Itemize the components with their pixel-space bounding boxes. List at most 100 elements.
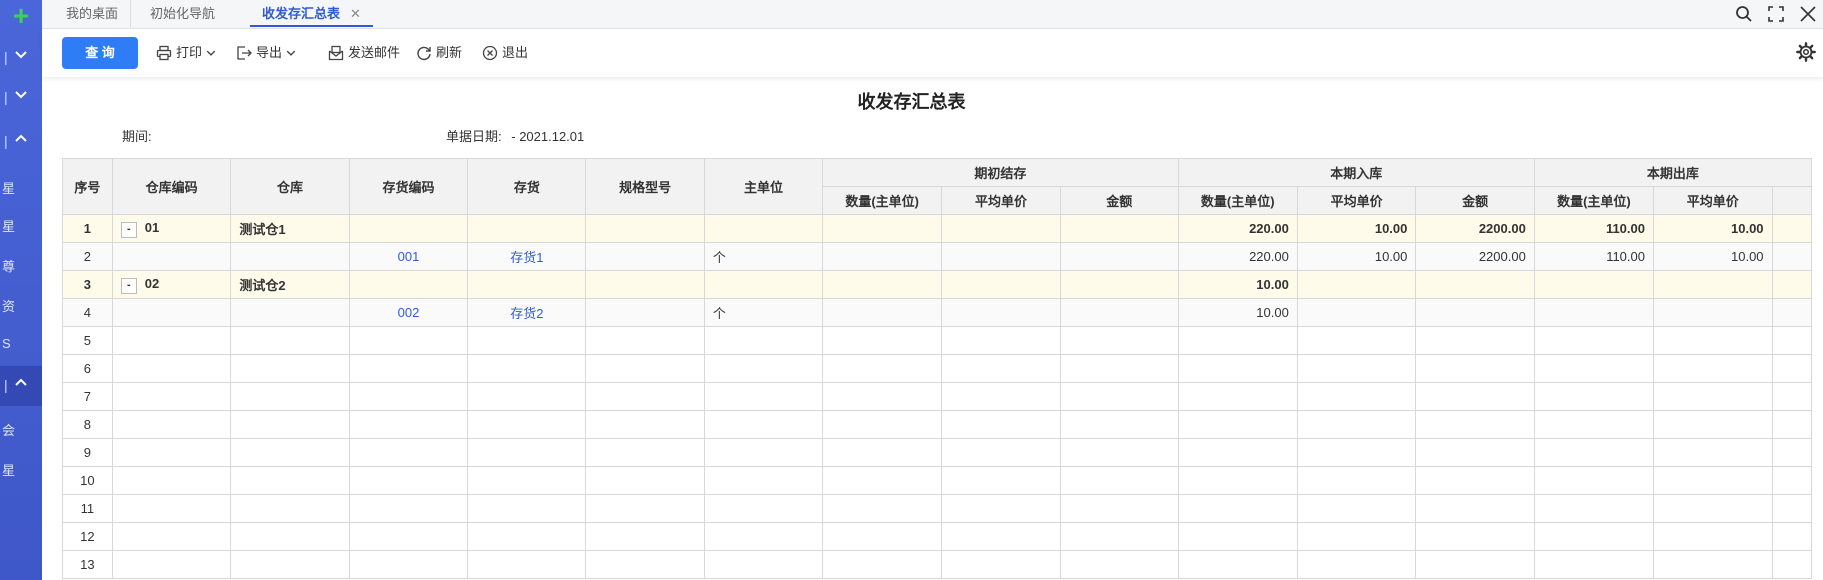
cell-inbound-price xyxy=(1296,410,1417,439)
cell-item[interactable] xyxy=(467,494,587,523)
cell-item[interactable] xyxy=(467,550,587,579)
collapse-toggle[interactable]: - xyxy=(120,221,137,238)
chevron-down-icon xyxy=(15,51,27,59)
cell-outbound-more xyxy=(1771,410,1812,439)
print-button[interactable]: 打印 xyxy=(156,43,216,63)
cell-warehouse: 测试仓2 xyxy=(230,270,350,299)
table-row[interactable]: 5 xyxy=(62,326,1812,355)
cell-opening-amount xyxy=(1059,354,1179,383)
refresh-button[interactable]: 刷新 xyxy=(416,43,462,63)
cell-item[interactable] xyxy=(467,522,587,551)
table-row[interactable]: 10 xyxy=(62,466,1812,495)
header-inbound-amount[interactable]: 金额 xyxy=(1415,186,1535,215)
cell-item-code[interactable] xyxy=(348,438,469,467)
cell-item-code[interactable] xyxy=(348,354,469,383)
cell-item[interactable] xyxy=(467,410,587,439)
table-row[interactable]: 6 xyxy=(62,354,1812,383)
cell-inbound-qty xyxy=(1177,382,1298,411)
cell-item[interactable] xyxy=(467,382,587,411)
header-outbound-qty[interactable]: 数量(主单位) xyxy=(1533,186,1654,215)
export-button[interactable]: 导出 xyxy=(236,43,296,63)
cell-item[interactable] xyxy=(467,326,587,355)
header-outbound-price[interactable]: 平均单价 xyxy=(1652,186,1773,215)
close-icon[interactable]: ✕ xyxy=(350,6,361,21)
add-icon[interactable]: + xyxy=(9,2,33,30)
header-opening-price[interactable]: 平均单价 xyxy=(941,186,1061,215)
header-opening-qty[interactable]: 数量(主单位) xyxy=(822,186,943,215)
sidebar-label[interactable]: 尊 xyxy=(2,256,15,275)
cell-item-code[interactable]: 002 xyxy=(348,298,469,327)
sidebar-label[interactable]: 星 xyxy=(2,460,15,479)
header-warehouse[interactable]: 仓库 xyxy=(230,158,350,215)
sidebar-label[interactable]: 星 xyxy=(2,216,15,235)
fullscreen-icon[interactable] xyxy=(1767,5,1785,23)
sidebar-item-bar: | xyxy=(4,49,8,65)
table-row[interactable]: 8 xyxy=(62,410,1812,439)
cell-item[interactable] xyxy=(467,214,587,243)
sidebar-label[interactable]: S xyxy=(2,336,11,351)
cell-inbound-price xyxy=(1296,270,1417,299)
tab-report[interactable]: 收发存汇总表 ✕ xyxy=(250,0,373,27)
table-row[interactable]: 12 xyxy=(62,522,1812,551)
cell-spec xyxy=(585,326,705,355)
close-icon[interactable] xyxy=(1799,5,1817,23)
cell-opening-amount xyxy=(1059,214,1179,243)
search-icon[interactable] xyxy=(1735,5,1753,23)
table-row[interactable]: 7 xyxy=(62,382,1812,411)
cell-item[interactable]: 存货2 xyxy=(467,298,587,327)
cell-outbound-more xyxy=(1771,550,1812,579)
cell-item-code[interactable] xyxy=(348,466,469,495)
tab-my-desktop[interactable]: 我的桌面 xyxy=(54,0,132,27)
cell-warehouse-code xyxy=(111,410,232,439)
send-mail-button[interactable]: 发送邮件 xyxy=(328,43,400,63)
table-row[interactable]: 11 xyxy=(62,494,1812,523)
cell-item-code[interactable] xyxy=(348,214,469,243)
cell-item-code[interactable] xyxy=(348,494,469,523)
cell-item[interactable] xyxy=(467,354,587,383)
cell-inbound-qty xyxy=(1177,494,1298,523)
refresh-label: 刷新 xyxy=(436,45,463,60)
cell-item-code[interactable] xyxy=(348,522,469,551)
query-button[interactable]: 查 询 xyxy=(62,37,138,69)
cell-item-code[interactable] xyxy=(348,410,469,439)
cell-spec xyxy=(585,354,705,383)
header-inbound-price[interactable]: 平均单价 xyxy=(1296,186,1417,215)
cell-opening-price xyxy=(941,270,1061,299)
cell-item-code[interactable] xyxy=(348,270,469,299)
header-unit[interactable]: 主单位 xyxy=(703,158,824,215)
table-row[interactable]: 4 002 存货2 个 10.00 xyxy=(62,298,1812,327)
header-item[interactable]: 存货 xyxy=(467,158,587,215)
tab-init-nav[interactable]: 初始化导航 xyxy=(138,0,227,27)
cell-inbound-qty xyxy=(1177,466,1298,495)
cell-item[interactable] xyxy=(467,466,587,495)
cell-item-code[interactable] xyxy=(348,326,469,355)
sidebar-label[interactable]: 会 xyxy=(2,420,15,439)
cell-item-code[interactable] xyxy=(348,550,469,579)
cell-item-code[interactable] xyxy=(348,382,469,411)
table-row[interactable]: 1-01 测试仓1 220.00 10.00 2200.00 110.00 10.00 xyxy=(62,214,1812,243)
sidebar-item-1[interactable]: | xyxy=(0,38,42,78)
header-spec[interactable]: 规格型号 xyxy=(585,158,705,215)
exit-button[interactable]: 退出 xyxy=(482,43,528,63)
header-inbound-qty[interactable]: 数量(主单位) xyxy=(1177,186,1298,215)
sidebar-item-3[interactable]: | xyxy=(0,122,42,162)
sidebar-item-4[interactable]: | xyxy=(0,366,42,406)
header-item-code[interactable]: 存货编码 xyxy=(348,158,469,215)
sidebar-label[interactable]: 星 xyxy=(2,178,15,197)
collapse-toggle[interactable]: - xyxy=(120,277,137,294)
report-grid[interactable]: 序号 仓库编码 仓库 存货编码 存货 规格型号 主单位 期初结存 本期入库 本期… xyxy=(62,158,1812,580)
cell-inbound-amount xyxy=(1415,326,1535,355)
cell-item[interactable] xyxy=(467,270,587,299)
sidebar-label[interactable]: 资 xyxy=(2,296,15,315)
gear-icon[interactable] xyxy=(1795,41,1817,63)
cell-item[interactable]: 存货1 xyxy=(467,242,587,271)
header-warehouse-code[interactable]: 仓库编码 xyxy=(111,158,232,215)
cell-inbound-price xyxy=(1296,522,1417,551)
header-opening-amount[interactable]: 金额 xyxy=(1059,186,1179,215)
cell-item[interactable] xyxy=(467,438,587,467)
table-row[interactable]: 3-02 测试仓2 10.00 xyxy=(62,270,1812,299)
table-row[interactable]: 2 001 存货1 个 220.00 10.00 2200.00 110.00 10.00 xyxy=(62,242,1812,271)
cell-item-code[interactable]: 001 xyxy=(348,242,469,271)
table-row[interactable]: 9 xyxy=(62,438,1812,467)
table-row[interactable]: 13 xyxy=(62,550,1812,579)
